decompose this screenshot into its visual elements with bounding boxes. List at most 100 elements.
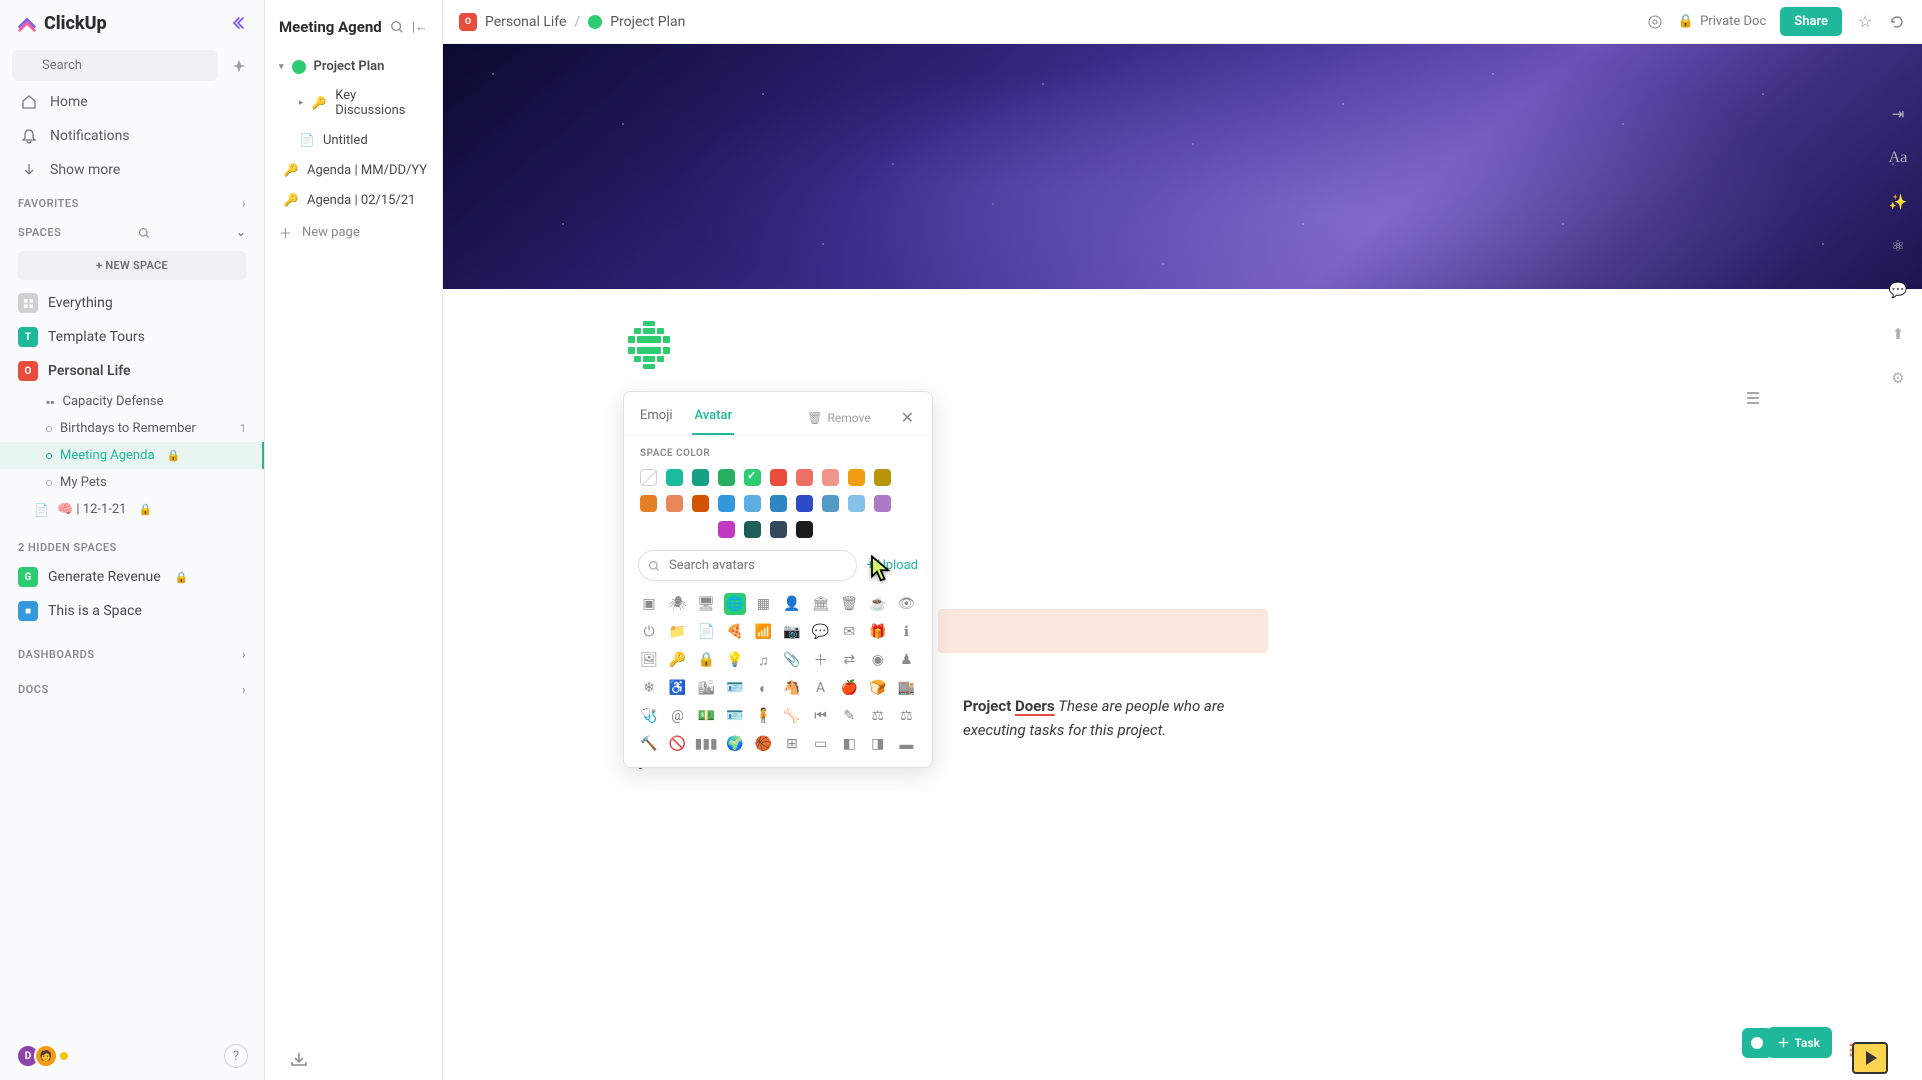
avatar-bone[interactable]: 🦴 [781, 705, 803, 727]
play-button[interactable] [1852, 1042, 1888, 1074]
tree-untitled[interactable]: 📄 Untitled [265, 125, 442, 155]
avatar-image-alt[interactable]: 🏙 [695, 677, 717, 699]
hidden-spaces-header[interactable]: 2 HIDDEN SPACES [0, 523, 264, 560]
avatar-stethoscope[interactable]: 🩺 [638, 705, 660, 727]
space-template-tours[interactable]: T Template Tours [0, 320, 264, 354]
avatar-horse[interactable]: 🐴 [781, 677, 803, 699]
color-swatch[interactable] [848, 469, 865, 486]
color-swatch[interactable] [666, 495, 683, 512]
private-doc-button[interactable]: 🔒 Private Doc [1678, 14, 1766, 29]
tree-root[interactable]: ▾ Project Plan [265, 52, 442, 81]
logo[interactable]: ClickUp [16, 12, 107, 34]
color-swatch[interactable] [874, 495, 891, 512]
list-birthdays[interactable]: Birthdays to Remember 1 [0, 415, 264, 442]
outline-toggle-icon[interactable] [1744, 389, 1762, 407]
space-everything[interactable]: Everything [0, 286, 264, 320]
new-page-button[interactable]: ＋ New page [265, 215, 442, 250]
avatar-bread[interactable]: 🍞 [867, 677, 889, 699]
avatar-balance[interactable]: ⚖ [867, 705, 889, 727]
avatar-eye[interactable]: 👁 [895, 593, 917, 615]
avatar-basketball[interactable]: 🏀 [752, 733, 774, 755]
avatar-comment[interactable]: 💬 [810, 621, 832, 643]
export-icon[interactable]: ⬆ [1888, 324, 1908, 344]
avatar-id-card[interactable]: 🪪 [724, 705, 746, 727]
refresh-icon[interactable] [1888, 13, 1906, 31]
color-swatch[interactable] [692, 495, 709, 512]
dashboards-header[interactable]: DASHBOARDS › [0, 628, 264, 667]
avatar-camera[interactable]: 📷 [781, 621, 803, 643]
color-swatch[interactable] [770, 521, 787, 538]
avatar-music[interactable]: ♫ [752, 649, 774, 671]
avatar-id[interactable]: 🪪 [724, 677, 746, 699]
avatar-battery-full[interactable]: ▬ [895, 733, 917, 755]
close-button[interactable]: ✕ [897, 404, 918, 431]
list-meeting-agenda[interactable]: Meeting Agenda 🔒 [0, 442, 264, 469]
color-swatch[interactable] [718, 495, 735, 512]
star-icon[interactable]: ☆ [1856, 13, 1874, 31]
avatar-chess[interactable]: ♟ [895, 649, 917, 671]
avatar-trash[interactable]: 🗑 [838, 593, 860, 615]
color-swatch[interactable] [874, 469, 891, 486]
search-icon[interactable] [390, 20, 404, 34]
avatar-user-circle[interactable]: ◉ [867, 649, 889, 671]
target-icon[interactable] [1646, 13, 1664, 31]
list-my-pets[interactable]: My Pets [0, 469, 264, 496]
tree-agenda-template[interactable]: 🔑 Agenda | MM/DD/YY [265, 155, 442, 185]
color-swatch[interactable] [744, 495, 761, 512]
breadcrumb-doc[interactable]: Project Plan [610, 14, 685, 30]
avatar-folder[interactable]: 📁 [667, 621, 689, 643]
remove-button[interactable]: 🗑 Remove [807, 411, 870, 425]
avatar-share[interactable]: ⇄ [838, 649, 860, 671]
color-swatch[interactable] [640, 469, 657, 486]
new-space-button[interactable]: + NEW SPACE [18, 251, 246, 280]
search-input[interactable] [12, 50, 218, 81]
tab-avatar[interactable]: Avatar [692, 400, 734, 435]
avatar-user[interactable]: 👤 [781, 593, 803, 615]
relations-icon[interactable]: ⚛ [1888, 236, 1908, 256]
body-text[interactable]: Project Doers These are people who are e… [963, 694, 1263, 742]
avatar-sitemap[interactable]: ⊞ [781, 733, 803, 755]
color-swatch[interactable] [770, 469, 787, 486]
favorites-header[interactable]: FAVORITES › [0, 187, 264, 216]
upload-button[interactable]: + Upload [867, 558, 918, 573]
space-this-is-a-space[interactable]: ■ This is a Space [0, 594, 264, 628]
avatar-apple[interactable]: 🍎 [838, 677, 860, 699]
avatar-ban[interactable]: 🚫 [667, 733, 689, 755]
avatar-at[interactable]: @ [667, 705, 689, 727]
color-swatch[interactable] [796, 521, 813, 538]
tree-agenda-dated[interactable]: 🔑 Agenda | 02/15/21 [265, 185, 442, 215]
space-generate-revenue[interactable]: G Generate Revenue 🔒 [0, 560, 264, 594]
user-avatars[interactable]: D 🧑 [16, 1044, 68, 1068]
color-swatch[interactable] [744, 469, 761, 486]
magic-icon[interactable]: ✨ [1888, 192, 1908, 212]
avatar-battery-low[interactable]: ◨ [867, 733, 889, 755]
avatar-rewind[interactable]: ⏮ [810, 705, 832, 727]
docs-header[interactable]: DOCS › [0, 667, 264, 702]
cover-image[interactable] [443, 44, 1922, 289]
avatar-accessibility[interactable]: ♿ [667, 677, 689, 699]
collapse-icon[interactable]: |← [412, 19, 428, 35]
color-swatch[interactable] [848, 495, 865, 512]
tree-key-discussions[interactable]: ▸ 🔑 Key Discussions [265, 81, 442, 125]
avatar-balance-alt[interactable]: ⚖ [895, 705, 917, 727]
avatar-coffee[interactable]: ☕ [867, 593, 889, 615]
avatar-globe2[interactable]: 🌍 [724, 733, 746, 755]
avatar-gift[interactable]: 🎁 [867, 621, 889, 643]
avatar-plus[interactable]: ＋ [810, 649, 832, 671]
comment-icon[interactable]: 💬 [1888, 280, 1908, 300]
avatar-image[interactable]: 🖼 [638, 649, 660, 671]
new-task-button[interactable]: ＋Task [1767, 1027, 1832, 1058]
color-swatch[interactable] [692, 469, 709, 486]
color-swatch[interactable] [744, 521, 761, 538]
avatar-battery-empty[interactable]: ▭ [810, 733, 832, 755]
color-swatch[interactable] [822, 469, 839, 486]
avatar-gavel[interactable]: 🔨 [638, 733, 660, 755]
avatar-lock[interactable]: 🔒 [695, 649, 717, 671]
settings-icon[interactable]: ⚙ [1888, 368, 1908, 388]
color-swatch[interactable] [822, 495, 839, 512]
share-button[interactable]: Share [1780, 7, 1842, 36]
avatar-desktop[interactable]: 🖥 [695, 593, 717, 615]
avatar-info[interactable]: ℹ [895, 621, 917, 643]
expand-icon[interactable]: ⇥ [1888, 104, 1908, 124]
avatar-address-book[interactable]: ▣ [638, 593, 660, 615]
